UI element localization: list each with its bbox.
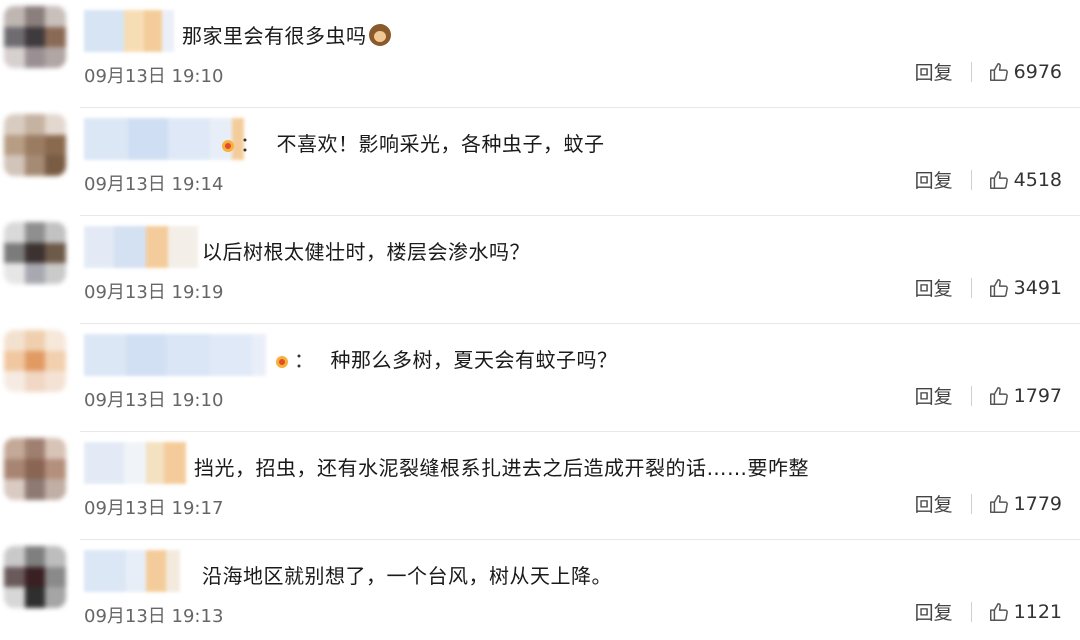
username[interactable] (84, 442, 186, 484)
thumbs-up-icon (989, 278, 1008, 297)
comment-text-content: 挡光，招虫，还有水泥裂缝根系扎进去之后造成开裂的话……要咋整 (194, 456, 809, 480)
comment-text: 以后树根太健壮时，楼层会渗水吗？ (202, 236, 530, 265)
comment-text-content: 沿海地区就别想了，一个台风，树从天上降。 (202, 564, 612, 588)
divider (970, 277, 972, 298)
comment-actions: 回复 1121 (915, 598, 1062, 625)
avatar[interactable] (4, 222, 66, 284)
colon: ： (294, 348, 315, 372)
divider (970, 601, 972, 622)
comment-actions: 回复 6976 (915, 58, 1062, 85)
comment-text-content: 以后树根太健壮时，楼层会渗水吗？ (202, 240, 530, 264)
like-count: 1121 (1013, 600, 1062, 623)
like-count: 6976 (1013, 60, 1062, 83)
comment-time: 09月13日 19:13 (84, 606, 224, 627)
avatar[interactable] (4, 6, 66, 68)
username[interactable] (84, 118, 244, 160)
username[interactable] (84, 226, 198, 268)
avatar[interactable] (4, 114, 66, 176)
divider (970, 61, 972, 82)
avatar[interactable] (4, 546, 66, 608)
avatar[interactable] (4, 330, 66, 392)
comment-item: 以后树根太健壮时，楼层会渗水吗？ 09月13日 19:19 回复 3491 (0, 216, 1080, 324)
comment-text: 沿海地区就别想了，一个台风，树从天上降。 (202, 560, 612, 589)
comment-text: ： 种那么多树，夏天会有蚊子吗？ (276, 344, 618, 373)
thumbs-up-icon (989, 62, 1008, 81)
comment-text: 挡光，招虫，还有水泥裂缝根系扎进去之后造成开裂的话……要咋整 (194, 452, 809, 481)
comment-text: ： 不喜欢！影响采光，各种虫子，蚊子 (222, 128, 605, 157)
comment-time: 09月13日 19:10 (84, 66, 224, 87)
comment-text-content: 种那么多树，夏天会有蚊子吗？ (330, 348, 618, 372)
thumbs-up-icon (989, 494, 1008, 513)
like-button[interactable]: 1779 (988, 493, 1062, 515)
divider (970, 493, 972, 514)
fan-badge-icon (222, 140, 234, 152)
comment-item: 挡光，招虫，还有水泥裂缝根系扎进去之后造成开裂的话……要咋整 09月13日 19… (0, 432, 1080, 540)
monkey-face-icon (368, 24, 391, 46)
reply-button[interactable]: 回复 (915, 274, 953, 301)
divider (970, 169, 972, 190)
like-count: 1779 (1013, 492, 1062, 515)
comment-text: 那家里会有很多虫吗 (182, 20, 391, 49)
reply-button[interactable]: 回复 (915, 598, 953, 625)
username[interactable] (84, 10, 174, 52)
like-button[interactable]: 3491 (988, 277, 1062, 299)
comment-item: ： 不喜欢！影响采光，各种虫子，蚊子 09月13日 19:14 回复 4518 (0, 108, 1080, 216)
comment-text-content: 那家里会有很多虫吗 (182, 24, 367, 48)
reply-button[interactable]: 回复 (915, 382, 953, 409)
reply-button[interactable]: 回复 (915, 58, 953, 85)
divider (970, 385, 972, 406)
thumbs-up-icon (989, 386, 1008, 405)
reply-button[interactable]: 回复 (915, 166, 953, 193)
comment-time: 09月13日 19:19 (84, 282, 224, 303)
thumbs-up-icon (989, 170, 1008, 189)
comment-item: 沿海地区就别想了，一个台风，树从天上降。 09月13日 19:13 回复 112… (0, 540, 1080, 640)
comment-text-content: 不喜欢！影响采光，各种虫子，蚊子 (276, 132, 605, 156)
reply-button[interactable]: 回复 (915, 490, 953, 517)
username[interactable] (84, 334, 266, 376)
like-button[interactable]: 1797 (988, 385, 1062, 407)
comment-actions: 回复 1797 (915, 382, 1062, 409)
comment-time: 09月13日 19:14 (84, 174, 224, 195)
comment-item: ： 种那么多树，夏天会有蚊子吗？ 09月13日 19:10 回复 1797 (0, 324, 1080, 432)
like-count: 1797 (1013, 384, 1062, 407)
fan-badge-icon (276, 356, 288, 368)
like-button[interactable]: 1121 (988, 601, 1062, 623)
thumbs-up-icon (989, 602, 1008, 621)
comment-actions: 回复 4518 (915, 166, 1062, 193)
like-count: 4518 (1013, 168, 1062, 191)
like-count: 3491 (1013, 276, 1062, 299)
avatar[interactable] (4, 438, 66, 500)
colon: ： (240, 132, 261, 156)
like-button[interactable]: 6976 (988, 61, 1062, 83)
comment-time: 09月13日 19:10 (84, 390, 224, 411)
comment-item: 那家里会有很多虫吗 09月13日 19:10 回复 6976 (0, 0, 1080, 108)
comment-actions: 回复 1779 (915, 490, 1062, 517)
comment-time: 09月13日 19:17 (84, 498, 224, 519)
comment-actions: 回复 3491 (915, 274, 1062, 301)
username[interactable] (84, 550, 180, 592)
like-button[interactable]: 4518 (988, 169, 1062, 191)
